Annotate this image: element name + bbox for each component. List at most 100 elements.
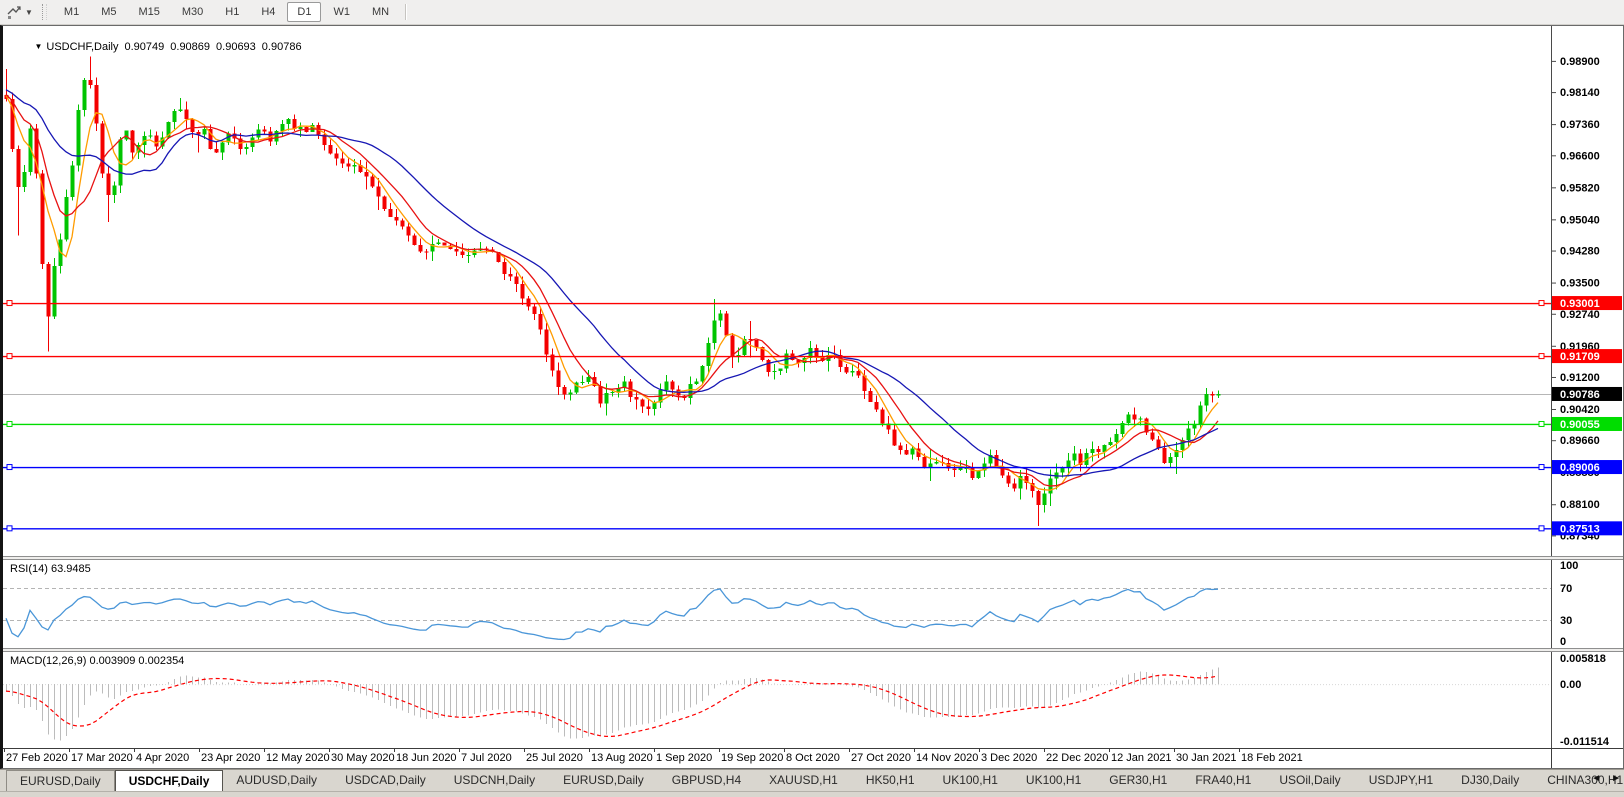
chart-cursor-icon[interactable] [4, 3, 24, 21]
date-label: 18 Jun 2020 [396, 752, 457, 764]
date-label: 23 Apr 2020 [201, 752, 261, 764]
rsi-panel[interactable]: 100 70 30 0 RSI(14) 63.9485 [3, 560, 1623, 648]
candle-down [634, 397, 639, 400]
price-tick-label: 0.98900 [1560, 56, 1600, 68]
chart-tool-dropdown-caret-icon[interactable]: ▼ [25, 8, 33, 17]
candle-down [898, 445, 903, 450]
price-axis: 0.98900 0.98140 0.97360 0.96600 0.95820 0.950… [1551, 26, 1600, 556]
candle-up [286, 118, 291, 125]
candle-down [952, 468, 957, 470]
tab-usdcad-daily[interactable]: USDCAD,Daily [332, 770, 439, 791]
date-tick [134, 749, 135, 752]
candle-down [364, 171, 369, 177]
tab-eurusd-daily[interactable]: EURUSD,Daily [6, 770, 115, 791]
date-tick [459, 749, 460, 752]
candle-down [1012, 483, 1017, 489]
candle-down [562, 386, 567, 395]
macd-canvas[interactable]: 0.005818 0.00 -0.011514 [3, 652, 1623, 748]
tab-audusd-daily[interactable]: AUDUSD,Daily [223, 770, 330, 791]
hline-handle[interactable] [1538, 525, 1545, 532]
main-chart-canvas[interactable]: 0.98900 0.98140 0.97360 0.96600 0.95820 0.950… [3, 26, 1623, 556]
timeframe-button-h1[interactable]: H1 [215, 2, 249, 22]
date-tick [524, 749, 525, 752]
hline-handle[interactable] [6, 464, 13, 471]
date-label: 19 Sep 2020 [721, 752, 784, 764]
date-label: 4 Apr 2020 [136, 752, 190, 764]
tab-usdcnh-daily[interactable]: USDCNH,Daily [441, 770, 548, 791]
candle-down [598, 385, 603, 404]
main-chart-panel[interactable]: 0.98900 0.98140 0.97360 0.96600 0.95820 0.950… [3, 26, 1623, 556]
candle-up [718, 313, 723, 321]
macd-axis-label: 0.005818 [1560, 653, 1606, 665]
hline-handle[interactable] [1538, 353, 1545, 360]
tab-scroll-left-icon[interactable]: ◄ [1591, 773, 1601, 784]
symbol-collapse-icon[interactable]: ▼ [34, 42, 42, 51]
candle-down [394, 216, 399, 221]
chart-ohlc-values: 0.90749 0.90869 0.90693 0.90786 [119, 41, 302, 53]
hline-handle[interactable] [6, 420, 13, 427]
hline-handle[interactable] [1538, 420, 1545, 427]
tab-uk100-h1[interactable]: UK100,H1 [1013, 770, 1094, 791]
timeframe-button-w1[interactable]: W1 [323, 2, 360, 22]
candle-up [244, 146, 249, 149]
candle-down [1036, 491, 1041, 505]
candle-down [1006, 475, 1011, 484]
candle-down [532, 306, 537, 314]
timeframe-button-m30[interactable]: M30 [172, 2, 213, 22]
tab-dj30-daily[interactable]: DJ30,Daily [1448, 770, 1532, 791]
candle-up [910, 448, 915, 455]
date-tick [199, 749, 200, 752]
candle-down [454, 249, 459, 252]
macd-header: MACD(12,26,9) 0.003909 0.002354 [10, 655, 184, 667]
tab-usdchf-daily[interactable]: USDCHF,Daily [114, 770, 224, 791]
timeframe-button-m5[interactable]: M5 [91, 2, 126, 22]
candle-down [346, 163, 351, 167]
timeframe-button-h4[interactable]: H4 [251, 2, 285, 22]
candle-down [214, 148, 219, 153]
tab-eurusd-daily[interactable]: EURUSD,Daily [550, 770, 657, 791]
candle-up [52, 266, 57, 317]
low-value: 0.90693 [216, 41, 256, 53]
candle-down [814, 348, 819, 357]
hline-handle[interactable] [1538, 464, 1545, 471]
price-tick-label: 0.95820 [1560, 182, 1600, 194]
timeframe-button-m1[interactable]: M1 [54, 2, 89, 22]
candle-up [958, 468, 963, 470]
tab-uk100-h1[interactable]: UK100,H1 [930, 770, 1011, 791]
tab-scroll-right-icon[interactable]: ► [1611, 773, 1621, 784]
candle-up [298, 127, 303, 130]
tab-usoil-daily[interactable]: USOil,Daily [1266, 770, 1353, 791]
candle-down [46, 264, 51, 317]
hline-handle[interactable] [1538, 300, 1545, 307]
date-tick [1174, 749, 1175, 752]
candle-down [442, 242, 447, 246]
date-axis[interactable]: 27 Feb 2020 17 Mar 2020 4 Apr 2020 23 Apr 2… [3, 748, 1623, 768]
bid-badge-label: 0.90786 [1560, 389, 1600, 401]
tab-gbpusd-h4[interactable]: GBPUSD,H4 [659, 770, 754, 791]
hline-handle[interactable] [6, 353, 13, 360]
tab-usdjpy-h1[interactable]: USDJPY,H1 [1356, 770, 1446, 791]
candle-up [706, 342, 711, 367]
tab-hk50-h1[interactable]: HK50,H1 [853, 770, 928, 791]
candle-up [274, 130, 279, 142]
rsi-canvas[interactable]: 100 70 30 0 [3, 560, 1623, 648]
chart-window: 0.98900 0.98140 0.97360 0.96600 0.95820 0.950… [0, 25, 1624, 769]
macd-panel[interactable]: 0.005818 0.00 -0.011514 MACD(12,26,9) 0.00… [3, 652, 1623, 748]
timeframe-button-mn[interactable]: MN [362, 2, 399, 22]
timeframe-button-m15[interactable]: M15 [128, 2, 169, 22]
timeframe-button-d1[interactable]: D1 [287, 2, 322, 22]
candle-down [400, 220, 405, 227]
candle-up [700, 366, 705, 382]
tab-xauusd-h1[interactable]: XAUUSD,H1 [756, 770, 851, 791]
hline-handle[interactable] [6, 525, 13, 532]
candle-up [82, 80, 87, 110]
hline-handle[interactable] [6, 300, 13, 307]
hline-badge-label: 0.90055 [1560, 419, 1600, 431]
tab-fra40-h1[interactable]: FRA40,H1 [1182, 770, 1264, 791]
candle-down [544, 329, 549, 355]
candle-up [1042, 493, 1047, 505]
date-label: 1 Sep 2020 [656, 752, 713, 764]
date-tick [979, 749, 980, 752]
tab-ger30-h1[interactable]: GER30,H1 [1096, 770, 1180, 791]
chart-symbol-label: USDCHF,Daily [46, 41, 119, 53]
